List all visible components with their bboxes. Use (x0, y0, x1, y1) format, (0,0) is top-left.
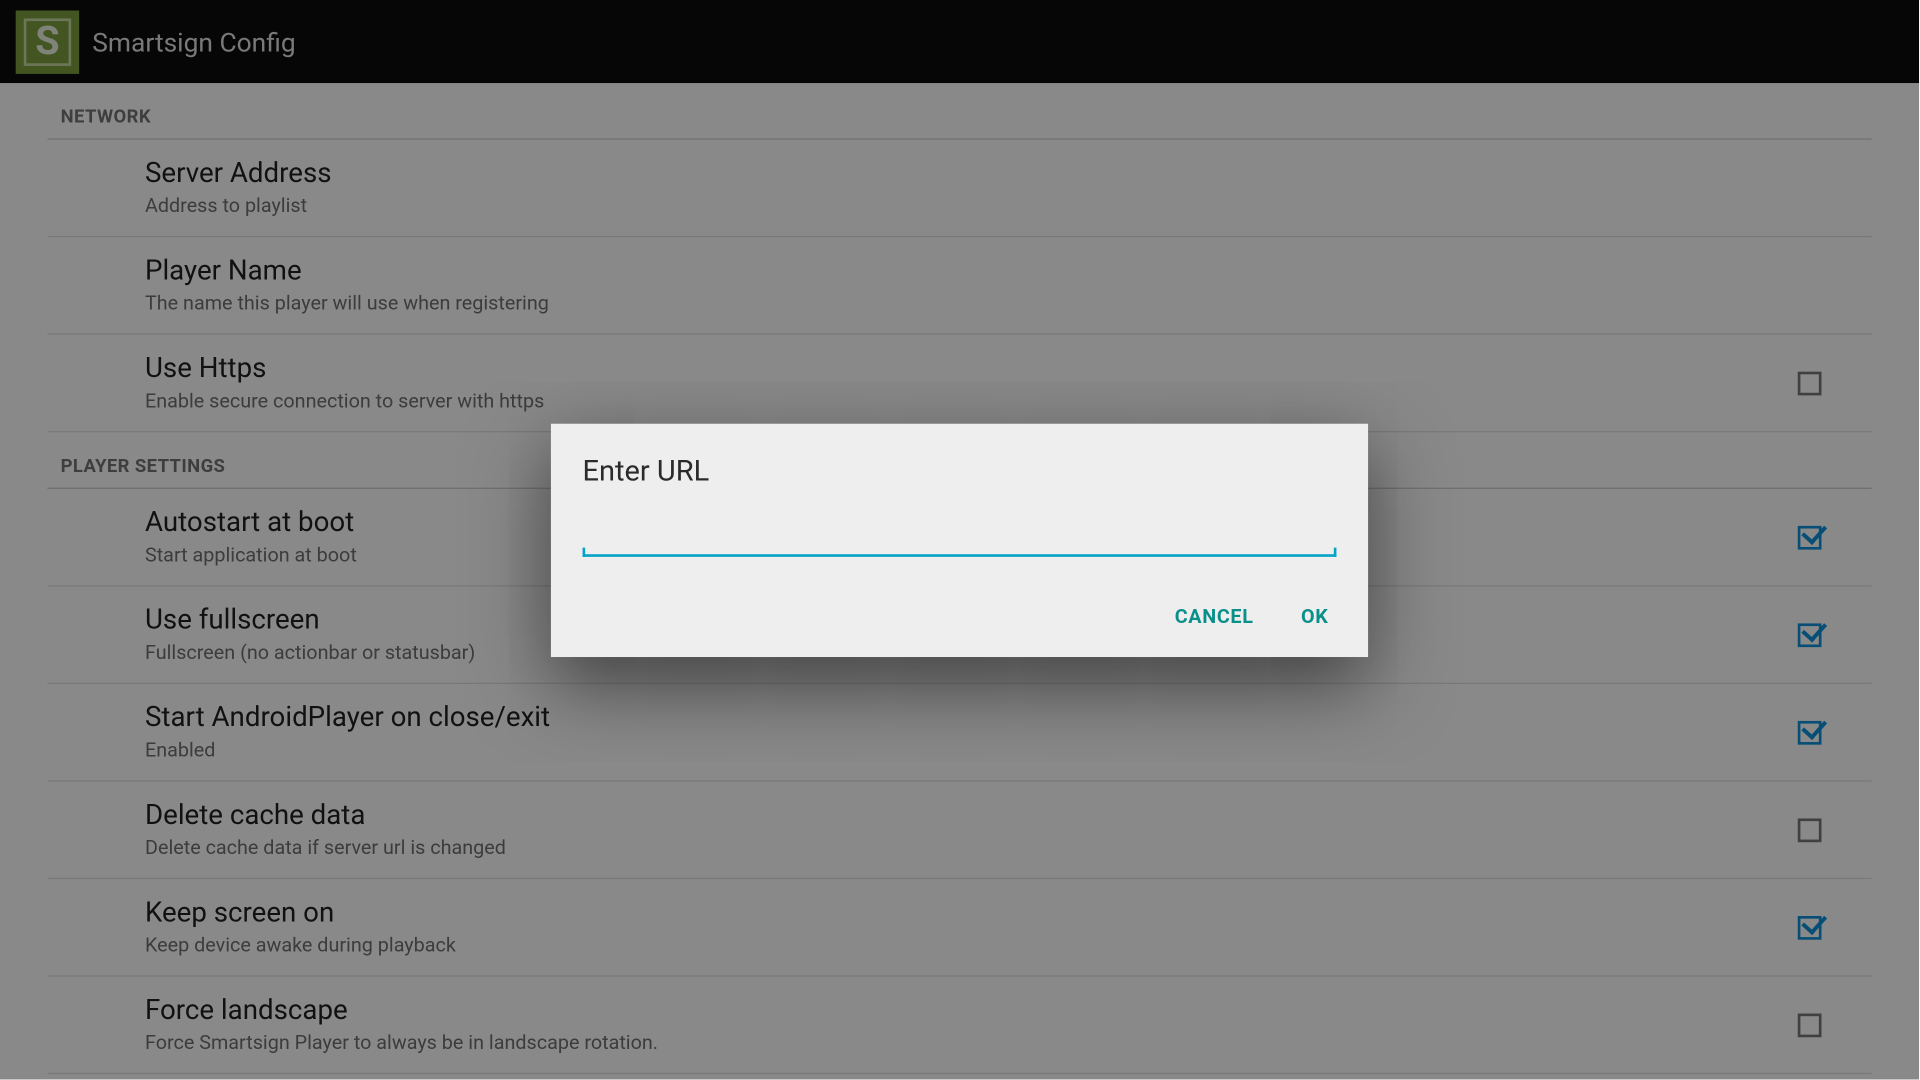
cancel-button[interactable]: CANCEL (1175, 604, 1254, 628)
ok-button[interactable]: OK (1301, 604, 1329, 628)
dialog-title: Enter URL (583, 455, 1337, 488)
url-input[interactable] (583, 522, 1337, 556)
enter-url-dialog: Enter URL CANCEL OK (551, 423, 1368, 656)
